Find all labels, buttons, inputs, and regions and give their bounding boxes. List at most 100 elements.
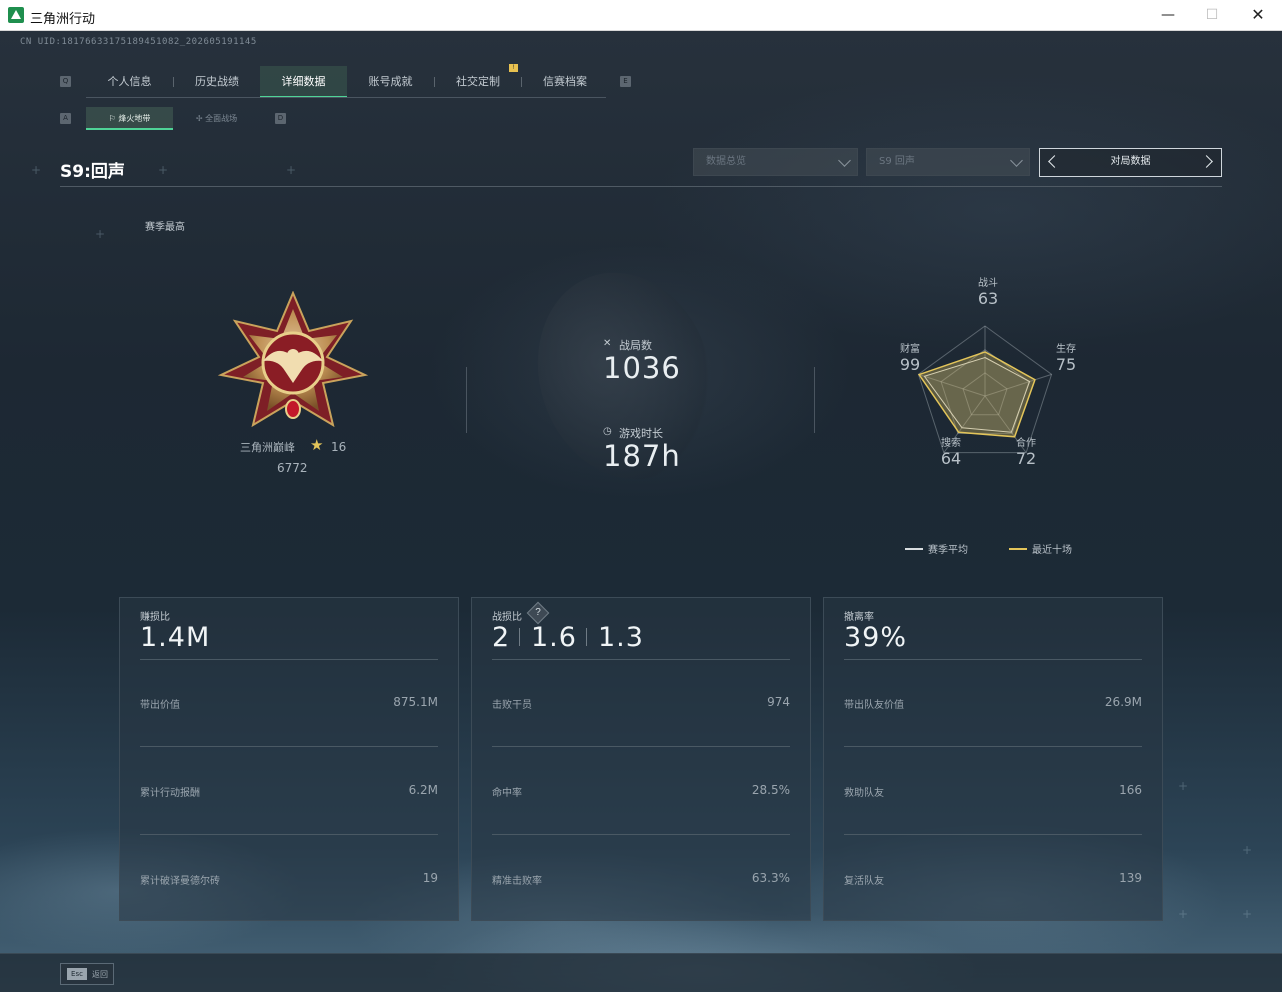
chevron-left-icon[interactable] (1048, 155, 1061, 168)
tab-prev-key-q[interactable]: Q (60, 76, 71, 87)
stat-row-label: 精准击败率 (492, 876, 542, 887)
minimize-button[interactable]: — (1148, 4, 1188, 26)
season-dropdown[interactable]: S9 回声 (866, 148, 1030, 176)
panel-divider (492, 834, 790, 835)
panel-title: 赚损比 (140, 612, 170, 623)
legend-recent-ten: 最近十场 (1032, 545, 1072, 556)
panel-divider (844, 659, 1142, 660)
panel-divider (140, 659, 438, 660)
chevron-down-icon (1010, 154, 1023, 167)
dropdown-value: 数据总览 (706, 156, 746, 167)
pager-label: 对局数据 (1110, 156, 1151, 167)
decor-cross-icon: + (1242, 843, 1253, 857)
radar-axis-label: 合作 (1016, 438, 1036, 449)
stat-row-value: 166 (1119, 783, 1142, 797)
decor-cross-icon: + (31, 163, 42, 177)
stat-row-label: 累计破译曼德尔砖 (140, 876, 220, 887)
season-title: S9:回声 (60, 162, 125, 182)
radar-axis-label: 生存 (1056, 344, 1076, 355)
tab-next-key-e[interactable]: E (620, 76, 631, 87)
radar-axis-value: 75 (1055, 355, 1077, 374)
radar-grid-spoke (984, 373, 1052, 397)
subtab-next-key-d[interactable]: D (275, 113, 286, 124)
new-badge: ! (509, 64, 518, 72)
back-label: 返回 (92, 970, 108, 979)
kd-value-secondary: 1.6 (531, 622, 577, 653)
radar-grid-ring (940, 349, 1030, 434)
stat-row-label: 带出队友价值 (844, 700, 904, 711)
radar-series-season-average (923, 356, 1031, 433)
stat-row-value: 19 (422, 871, 438, 885)
panel-main-value: 1.4M (140, 622, 211, 653)
game-viewport: CN UID:18176633175189451082_202605191145… (0, 31, 1282, 992)
esc-key-icon: Esc (67, 968, 87, 980)
tab-profile-archive[interactable]: 信赛档案 (522, 66, 608, 98)
back-button[interactable]: Esc 返回 (60, 963, 114, 985)
radar-axis-value: 72 (1015, 449, 1037, 468)
stat-row-value: 63.3% (751, 871, 790, 885)
help-icon[interactable]: ? (526, 601, 550, 625)
clock-icon: ◷ (603, 426, 612, 437)
radar-axis-value: 64 (940, 449, 962, 468)
window-title: 三角洲行动 (30, 12, 96, 27)
help-glyph: ? (535, 607, 541, 618)
panel-divider (140, 834, 438, 835)
dropdown-value: S9 回声 (879, 156, 915, 167)
stat-row-value: 974 (767, 695, 790, 709)
stat-row-label: 救助队友 (844, 788, 884, 799)
playtime-value: 187h (603, 439, 681, 473)
subtab-label: 烽火地带 (118, 114, 151, 123)
kd-value-tertiary: 1.3 (598, 622, 644, 653)
stat-row-value: 875.1M (393, 695, 438, 709)
decor-cross-icon: + (1178, 779, 1189, 793)
app-logo-icon (8, 7, 24, 23)
panel-divider (140, 746, 438, 747)
chevron-right-icon[interactable] (1200, 155, 1213, 168)
panel-divider (492, 746, 790, 747)
stat-row-label: 命中率 (492, 788, 522, 799)
close-button[interactable]: ✕ (1238, 4, 1278, 26)
panel-divider (844, 834, 1142, 835)
profit-panel: 赚损比 1.4M 带出价值 875.1M 累计行动报酬 6.2M 累计破译曼德尔… (119, 597, 459, 921)
decor-cross-icon: + (158, 163, 169, 177)
stat-row-value: 139 (1119, 871, 1142, 885)
legend-line-recent-ten (1009, 548, 1027, 550)
radar-series-recent-ten (917, 351, 1036, 438)
radar-axis-label: 搜索 (941, 438, 961, 449)
tabs-underline (86, 97, 606, 98)
decor-cross-icon: + (1242, 907, 1253, 921)
decor-cross-icon: + (95, 227, 106, 241)
panel-title: 战损比 (492, 612, 522, 623)
maximize-button[interactable]: ☐ (1192, 4, 1232, 26)
tab-match-history[interactable]: 历史战绩 (174, 66, 260, 98)
radar-axis-value: 99 (899, 355, 921, 374)
stat-row-label: 带出价值 (140, 700, 180, 711)
tab-achievements[interactable]: 账号成就 (347, 66, 434, 98)
subtab-hazard-ops[interactable]: ⚐ 烽火地带 (86, 107, 173, 130)
radar-axis-value: 63 (977, 289, 999, 308)
stat-row-label: 累计行动报酬 (140, 788, 200, 799)
mode-subtabs: ⚐ 烽火地带 ✢ 全面战场 (86, 107, 260, 130)
subtab-prev-key-a[interactable]: A (60, 113, 71, 124)
kd-divider (519, 628, 520, 646)
stat-row-value: 26.9M (1104, 695, 1142, 709)
stat-row-label: 复活队友 (844, 876, 884, 887)
decor-cross-icon: + (1178, 907, 1189, 921)
section-divider (466, 367, 467, 433)
player-uid: CN UID:18176633175189451082_202605191145 (20, 37, 257, 47)
tab-detailed-data[interactable]: 详细数据 (260, 66, 347, 98)
title-divider (60, 186, 1222, 187)
legend-season-average: 赛季平均 (928, 545, 968, 556)
rank-score: 6772 (277, 461, 308, 475)
chevron-down-icon (838, 154, 851, 167)
radar-axis-label: 财富 (900, 344, 920, 355)
tab-personal-info[interactable]: 个人信息 (86, 66, 173, 98)
kd-value-overall: 2 (492, 622, 511, 653)
rank-name: 三角洲巅峰 (240, 441, 295, 454)
decor-cross-icon: + (286, 163, 297, 177)
subtab-havoc-warfare[interactable]: ✢ 全面战场 (173, 107, 260, 130)
main-tabs: 个人信息 历史战绩 详细数据 账号成就 社交定制 信赛档案 (86, 66, 608, 98)
data-type-dropdown[interactable]: 数据总览 (693, 148, 858, 176)
rank-medal-icon (217, 291, 369, 428)
rank-stars-count: 16 (331, 440, 347, 454)
